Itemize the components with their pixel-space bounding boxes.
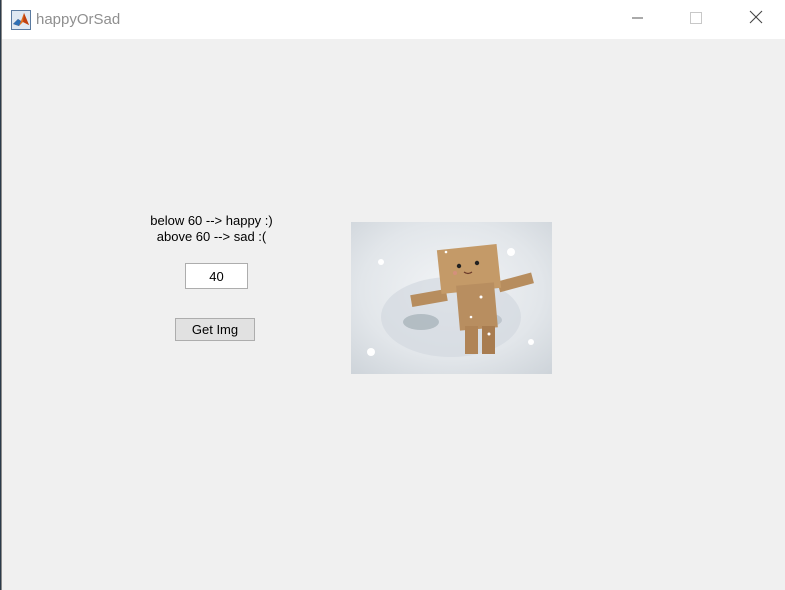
matlab-icon	[11, 10, 31, 30]
minimize-button[interactable]	[609, 0, 667, 39]
value-input[interactable]	[185, 263, 248, 289]
window-title: happyOrSad	[36, 11, 121, 28]
get-img-button[interactable]: Get Img	[175, 318, 255, 341]
threshold-label: below 60 --> happy :) above 60 --> sad :…	[140, 213, 283, 245]
minimize-icon	[632, 11, 644, 29]
figure-content: below 60 --> happy :) above 60 --> sad :…	[2, 39, 785, 590]
result-image	[351, 222, 552, 374]
title-bar[interactable]: happyOrSad	[2, 0, 785, 39]
close-icon	[749, 10, 763, 29]
app-window: happyOrSad below 60 --> happy :) above 6…	[1, 0, 785, 590]
maximize-icon	[690, 11, 702, 29]
close-button[interactable]	[727, 0, 785, 39]
rule-sad-text: above 60 --> sad :(	[156, 229, 267, 244]
maximize-button[interactable]	[667, 0, 725, 39]
rule-happy-text: below 60 --> happy :)	[150, 213, 273, 228]
